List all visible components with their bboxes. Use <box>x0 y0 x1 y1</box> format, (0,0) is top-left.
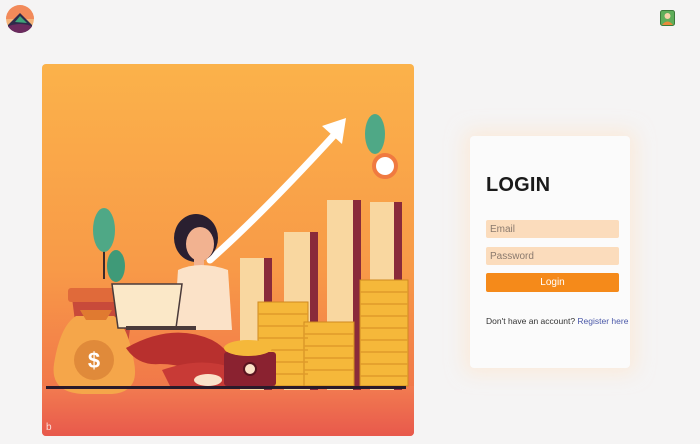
svg-text:b: b <box>46 422 52 433</box>
login-card: LOGIN Login Don't have an account? Regis… <box>470 136 630 368</box>
login-title: LOGIN <box>486 174 551 196</box>
login-button[interactable]: Login <box>486 273 619 292</box>
email-field[interactable] <box>486 220 619 238</box>
hero-illustration: $ b <box>42 64 414 436</box>
app-logo-icon[interactable] <box>6 5 34 33</box>
password-field[interactable] <box>486 247 619 265</box>
register-prompt-text: Don't have an account? <box>486 316 576 326</box>
register-prompt-line: Don't have an account? Register here <box>486 316 628 326</box>
svg-text:$: $ <box>88 348 100 373</box>
user-account-icon[interactable] <box>660 10 675 26</box>
register-link[interactable]: Register here <box>577 316 628 326</box>
